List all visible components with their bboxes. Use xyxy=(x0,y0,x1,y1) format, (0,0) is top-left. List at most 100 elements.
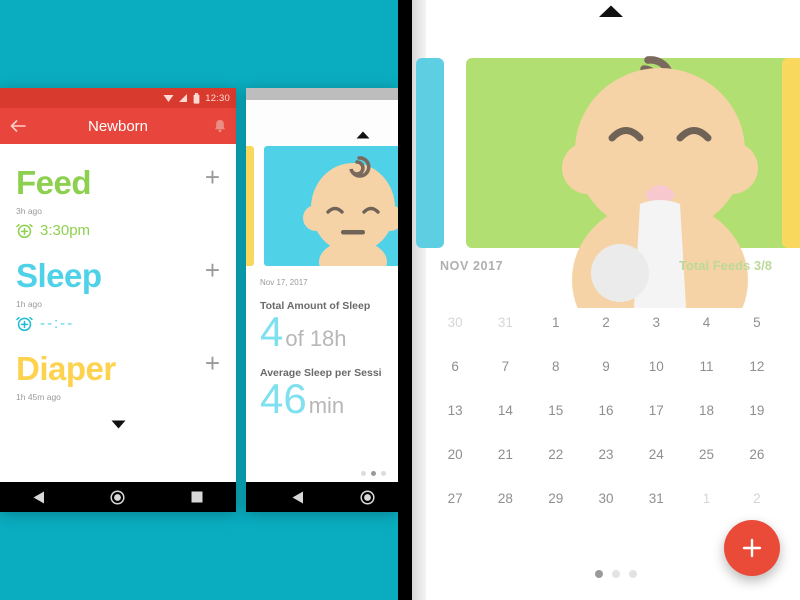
alarm-add-icon[interactable] xyxy=(16,222,33,239)
calendar-day[interactable]: 16 xyxy=(581,403,631,418)
total-feeds-value: 3/8 xyxy=(753,258,772,273)
calendar-day[interactable]: 15 xyxy=(531,403,581,418)
calendar-day[interactable]: 8 xyxy=(531,359,581,374)
calendar-day[interactable]: 17 xyxy=(631,403,681,418)
hero-card-sleep[interactable] xyxy=(264,146,398,266)
page-indicator[interactable] xyxy=(361,471,386,476)
app-bar-title: Newborn xyxy=(87,117,149,135)
sleeping-baby-illustration xyxy=(303,156,398,266)
status-bar xyxy=(246,88,398,100)
alarm-add-icon[interactable] xyxy=(16,315,33,332)
app-bar: Newborn xyxy=(0,108,236,144)
calendar-grid[interactable]: 30 31 1 2 3 4 5 6 7 8 9 10 11 12 13 14 1… xyxy=(412,300,800,520)
page-indicator[interactable] xyxy=(595,570,637,578)
add-entry-fab[interactable] xyxy=(724,520,780,576)
calendar-day[interactable]: 3 xyxy=(631,315,681,330)
android-nav-bar xyxy=(0,482,236,512)
calendar-day[interactable]: 29 xyxy=(531,491,581,506)
wifi-icon xyxy=(163,95,174,102)
hero-card-carousel[interactable] xyxy=(246,146,398,266)
activity-card-feed[interactable]: Feed + 3h ago 3:30pm xyxy=(0,164,236,239)
page-dot[interactable] xyxy=(361,471,366,476)
calendar-row: 30 31 1 2 3 4 5 xyxy=(430,300,782,344)
calendar-day[interactable]: 30 xyxy=(430,315,480,330)
back-triangle-icon[interactable] xyxy=(292,491,304,504)
calendar-day[interactable]: 19 xyxy=(732,403,782,418)
page-dot[interactable] xyxy=(612,570,620,578)
home-circle-icon[interactable] xyxy=(110,489,126,505)
calendar-day[interactable]: 10 xyxy=(631,359,681,374)
calendar-day[interactable]: 11 xyxy=(681,359,731,374)
calendar-day[interactable]: 2 xyxy=(581,315,631,330)
calendar-day[interactable]: 22 xyxy=(531,447,581,462)
activity-alarm-time: --:-- xyxy=(40,315,75,332)
expand-list-button[interactable] xyxy=(0,416,236,434)
sleep-stats-panel: Nov 17, 2017 Total Amount of Sleep 4 of … xyxy=(246,266,398,421)
calendar-day[interactable]: 13 xyxy=(430,403,480,418)
activity-card-sleep[interactable]: Sleep + 1h ago --:-- xyxy=(0,257,236,332)
calendar-day[interactable]: 12 xyxy=(732,359,782,374)
calendar-day[interactable]: 30 xyxy=(581,491,631,506)
stats-date: Nov 17, 2017 xyxy=(260,278,308,287)
phone-screen-activities: 12:30 Newborn Feed + 3h ago 3:30pm Sleep… xyxy=(0,88,236,512)
calendar-day[interactable]: 28 xyxy=(480,491,530,506)
hero-card-yellow[interactable] xyxy=(246,146,254,266)
calendar-day[interactable]: 26 xyxy=(732,447,782,462)
activity-alarm-row[interactable]: 3:30pm xyxy=(16,222,220,239)
calendar-day[interactable]: 1 xyxy=(681,491,731,506)
back-arrow-icon[interactable] xyxy=(10,119,26,133)
page-dot[interactable] xyxy=(629,570,637,578)
calendar-day[interactable]: 14 xyxy=(480,403,530,418)
right-panel-calendar-view: NOV 2017 Total Feeds 3/8 30 31 1 2 3 4 5… xyxy=(412,0,800,600)
calendar-day[interactable]: 4 xyxy=(681,315,731,330)
stat-value-total-sleep: 4 xyxy=(260,308,284,355)
home-circle-icon[interactable] xyxy=(360,489,375,505)
calendar-day[interactable]: 1 xyxy=(531,315,581,330)
add-feed-button[interactable]: + xyxy=(205,164,220,190)
activity-last-time: 1h ago xyxy=(16,299,42,309)
calendar-day[interactable]: 23 xyxy=(581,447,631,462)
panel-divider xyxy=(398,0,412,600)
activity-card-diaper[interactable]: Diaper + 1h 45m ago xyxy=(0,350,236,402)
plus-icon[interactable] xyxy=(741,537,763,559)
notification-bell-icon[interactable] xyxy=(214,119,226,133)
page-dot-active[interactable] xyxy=(371,471,376,476)
calendar-day[interactable]: 24 xyxy=(631,447,681,462)
calendar-day[interactable]: 2 xyxy=(732,491,782,506)
calendar-day[interactable]: 25 xyxy=(681,447,731,462)
page-dot-active[interactable] xyxy=(595,570,603,578)
add-sleep-button[interactable]: + xyxy=(205,257,220,283)
chevron-up-icon[interactable] xyxy=(356,131,370,139)
activity-list: Feed + 3h ago 3:30pm Sleep + 1h ago --:-… xyxy=(0,144,236,482)
calendar-day[interactable]: 20 xyxy=(430,447,480,462)
calendar-day[interactable]: 27 xyxy=(430,491,480,506)
status-bar: 12:30 xyxy=(0,88,236,108)
calendar-day[interactable]: 9 xyxy=(581,359,631,374)
back-triangle-icon[interactable] xyxy=(33,491,45,504)
total-feeds-stat: Total Feeds 3/8 xyxy=(679,258,772,273)
stats-header xyxy=(246,100,398,146)
calendar-row: 20 21 22 23 24 25 26 xyxy=(430,432,782,476)
chevron-down-icon[interactable] xyxy=(111,420,126,429)
page-dot[interactable] xyxy=(381,471,386,476)
collapse-button[interactable] xyxy=(356,126,370,144)
calendar-day[interactable]: 6 xyxy=(430,359,480,374)
calendar-month-label: NOV 2017 xyxy=(440,258,504,273)
calendar-day[interactable]: 21 xyxy=(480,447,530,462)
activity-alarm-time: 3:30pm xyxy=(40,222,91,239)
calendar-day[interactable]: 5 xyxy=(732,315,782,330)
activity-title: Feed xyxy=(16,164,92,201)
activity-last-time: 1h 45m ago xyxy=(16,392,61,402)
add-diaper-button[interactable]: + xyxy=(205,350,220,376)
calendar-day[interactable]: 7 xyxy=(480,359,530,374)
stat-unit-avg-sleep: min xyxy=(308,393,345,419)
calendar-day[interactable]: 18 xyxy=(681,403,731,418)
activity-alarm-row[interactable]: --:-- xyxy=(16,315,220,332)
recents-square-icon[interactable] xyxy=(191,491,203,503)
hero-card-sleep[interactable] xyxy=(416,58,444,248)
activity-title: Diaper xyxy=(16,350,116,387)
signal-icon xyxy=(179,94,188,102)
phone-screen-sleep-stats: Nov 17, 2017 Total Amount of Sleep 4 of … xyxy=(246,88,398,512)
calendar-day[interactable]: 31 xyxy=(480,315,530,330)
calendar-day[interactable]: 31 xyxy=(631,491,681,506)
